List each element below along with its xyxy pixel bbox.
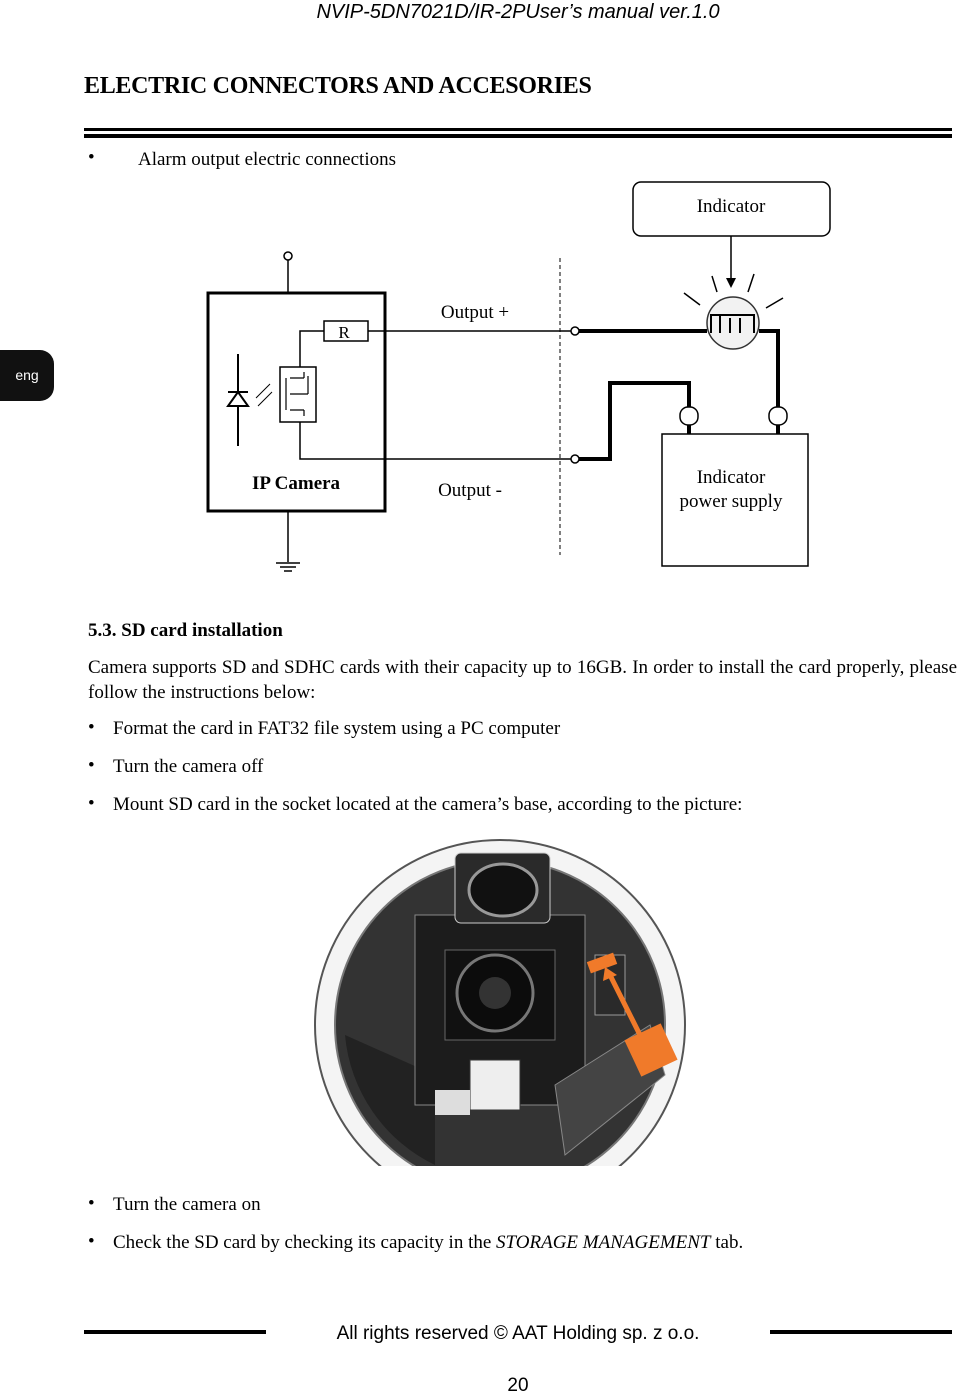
bullet-icon: • bbox=[88, 793, 95, 814]
ip-camera-label: IP Camera bbox=[252, 473, 341, 494]
step-item: Check the SD card by checking its capaci… bbox=[113, 1231, 743, 1255]
power-supply-label-1: Indicator bbox=[697, 467, 766, 488]
light-arrows bbox=[255, 383, 273, 407]
bullet-icon: • bbox=[88, 1231, 95, 1252]
arrow-head bbox=[726, 278, 736, 288]
tab-name: STORAGE MANAGEMENT bbox=[496, 1232, 711, 1253]
step-item: Turn the camera off bbox=[113, 756, 264, 777]
bullet-icon: • bbox=[88, 755, 95, 776]
step-text: Check the SD card by checking its capaci… bbox=[113, 1232, 497, 1253]
connector bbox=[679, 406, 699, 426]
output-plus-label: Output + bbox=[441, 302, 509, 323]
led-icon bbox=[226, 390, 250, 407]
power-supply-label-2: power supply bbox=[680, 491, 783, 512]
sd-intro-paragraph: Camera supports SD and SDHC cards with t… bbox=[88, 657, 957, 703]
step-item: Turn the camera on bbox=[113, 1194, 261, 1215]
bullet-icon: • bbox=[88, 1193, 95, 1214]
bullet-icon: • bbox=[88, 717, 95, 738]
output-minus-label: Output - bbox=[438, 480, 502, 501]
step-item: Mount SD card in the socket located at t… bbox=[113, 794, 743, 815]
footer-rights: All rights reserved © AAT Holding sp. z … bbox=[336, 1323, 700, 1344]
lamp-icon bbox=[706, 296, 760, 350]
indicator-label: Indicator bbox=[697, 196, 766, 217]
alarm-wiring-diagram: Indicator IP Camera R Output + Output - … bbox=[206, 181, 831, 572]
step-text: tab. bbox=[710, 1232, 744, 1253]
step-item: Format the card in FAT32 file system usi… bbox=[113, 718, 561, 739]
output-minus-terminal bbox=[570, 454, 580, 464]
resistor-label: R bbox=[338, 323, 350, 342]
power-terminal bbox=[283, 251, 293, 261]
connector bbox=[768, 406, 788, 426]
sd-section-heading: 5.3. SD card installation bbox=[88, 620, 283, 641]
page-number: 20 bbox=[507, 1375, 529, 1396]
camera-base-photo bbox=[314, 839, 686, 1166]
ground-icon bbox=[276, 562, 300, 572]
output-plus-terminal bbox=[570, 326, 580, 336]
